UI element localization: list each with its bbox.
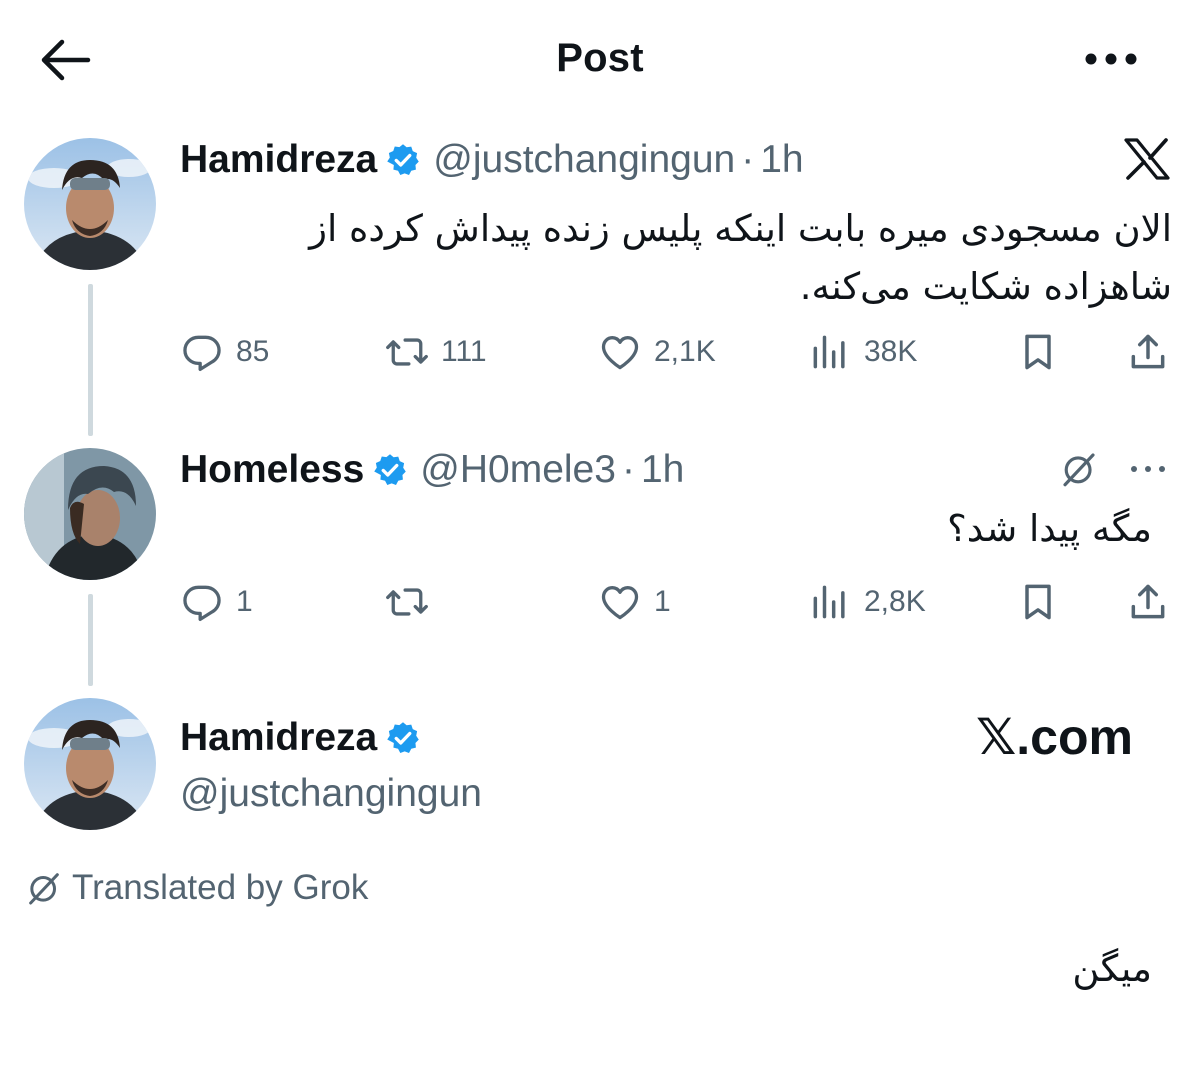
like-icon [601,336,639,370]
reply-button[interactable]: 85 [180,330,269,374]
avatar[interactable] [24,138,156,270]
grok-icon[interactable] [1058,448,1100,495]
share-icon [1131,584,1165,619]
views-icon [813,585,845,619]
author-name[interactable]: Hamidreza [180,716,377,760]
bookmark-icon [1025,334,1051,370]
like-button[interactable]: 1 [598,580,671,624]
repost-icon [386,338,428,366]
repost-button[interactable]: 111 [385,330,487,374]
more-icon[interactable] [1084,44,1138,74]
author-handle[interactable]: @H0mele3 [420,448,616,492]
repost-button[interactable] [385,580,441,624]
more-icon[interactable] [1128,456,1168,487]
views-button[interactable]: 2,8K [808,580,926,624]
separator-dot: · [621,448,635,491]
bookmark-button[interactable] [1016,580,1060,624]
grok-icon [29,873,59,905]
translated-by-grok[interactable]: Translated by Grok [24,868,368,908]
action-bar: 85 111 2,1K 38K [180,330,1170,380]
reply-count: 85 [236,335,270,368]
page-title: Post [556,36,644,80]
reply-button[interactable]: 1 [180,580,253,624]
tweet-header: Hamidreza @justchangingun · 1h [180,138,804,182]
views-icon [813,335,845,369]
watermark-xcom: 𝕏.com [976,709,1133,765]
views-count: 2,8K [864,585,926,618]
reply-icon [183,585,221,622]
tweet-header: Homeless @H0mele3 · 1h [180,448,684,492]
verified-badge-icon [374,454,407,485]
views-count: 38K [864,335,918,368]
like-count: 2,1K [654,335,716,368]
thread-line [88,594,93,686]
tweet-text: الان مسجودی میره بابت اینکه پلیس زنده پی… [200,200,1172,316]
repost-count: 111 [441,335,487,368]
author-name[interactable]: Hamidreza [180,138,377,182]
share-button[interactable] [1126,330,1170,374]
author-name[interactable]: Homeless [180,448,364,492]
thread-line [88,284,93,436]
verified-badge-icon [387,144,419,175]
reply-count: 1 [236,585,253,618]
timestamp[interactable]: 1h [641,448,684,492]
share-icon [1131,334,1165,369]
verified-badge-icon [387,722,419,753]
translated-label: Translated by Grok [72,868,369,907]
like-button[interactable]: 2,1K [598,330,716,374]
bookmark-button[interactable] [1016,330,1060,374]
bookmark-icon [1025,584,1051,620]
action-bar: 1 1 2,8K [180,580,1170,630]
repost-icon [386,588,428,616]
timestamp[interactable]: 1h [760,138,803,182]
author-handle[interactable]: @justchangingun [180,772,482,816]
top-bar: Post [0,0,1200,120]
tweet-text: مگه پیدا شد؟ [947,507,1152,550]
tweet-text: میگن [1072,947,1152,990]
tweet-text-line: شاهزاده شکایت می‌کنه. [799,265,1172,308]
like-count: 1 [654,585,671,618]
reply-icon [183,335,221,372]
tweet-header: Hamidreza [180,716,433,760]
avatar[interactable] [24,448,156,580]
tweet-text-line: الان مسجودی میره بابت اینکه پلیس زنده پی… [309,207,1172,250]
x-logo-icon[interactable] [1124,138,1170,185]
views-button[interactable]: 38K [808,330,917,374]
share-button[interactable] [1126,580,1170,624]
avatar[interactable] [24,698,156,830]
like-icon [601,586,639,620]
separator-dot: · [741,138,755,181]
post-screen: Post Hamidreza @justchangingun · 1h الان… [0,0,1200,1080]
author-handle[interactable]: @justchangingun [433,138,735,182]
